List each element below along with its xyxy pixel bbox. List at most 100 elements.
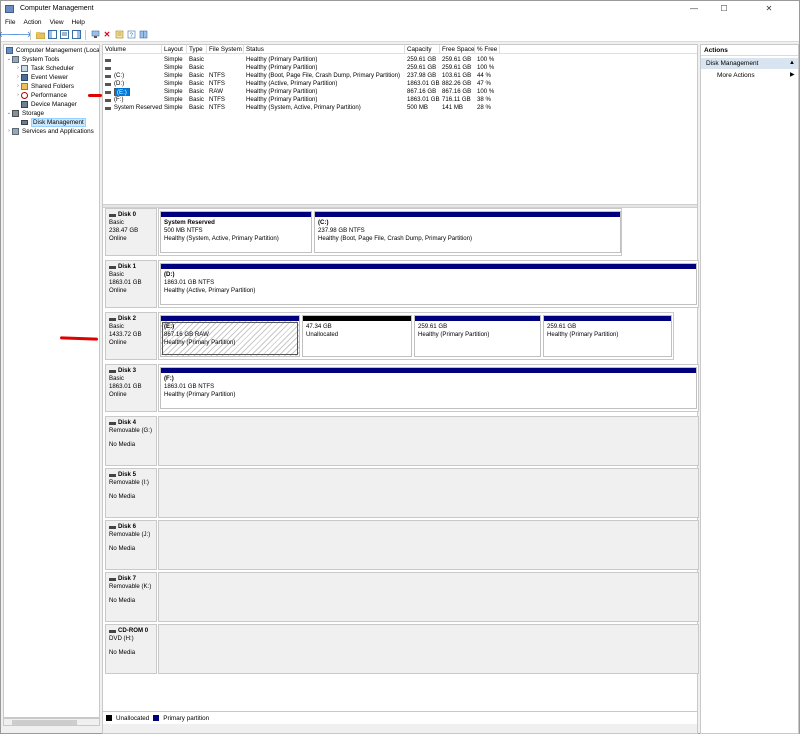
- partition-259gb-b[interactable]: 259.61 GB Healthy (Primary Partition): [543, 315, 672, 357]
- volume-row[interactable]: (F:) Simple Basic NTFS Healthy (Primary …: [103, 96, 697, 104]
- volume-row[interactable]: (D:) Simple Basic NTFS Healthy (Active, …: [103, 80, 697, 88]
- toolbar-separator: [30, 29, 31, 40]
- red-annotation-mark: [88, 94, 102, 97]
- task-scheduler-icon: [21, 65, 28, 72]
- tree-item-performance[interactable]: › Performance: [15, 91, 67, 100]
- computer-management-icon: [5, 4, 14, 13]
- more-actions-item[interactable]: More Actions ▶: [717, 71, 795, 80]
- computer-management-icon: [6, 47, 13, 54]
- tree-item-shared-folders[interactable]: › Shared Folders: [15, 82, 74, 91]
- drive-icon: [105, 106, 111, 110]
- tree-horizontal-scrollbar[interactable]: [3, 718, 100, 726]
- legend-label-primary: Primary partition: [163, 714, 210, 722]
- connect-icon[interactable]: [90, 30, 100, 40]
- console-tree-icon[interactable]: [71, 30, 81, 40]
- partition-unallocated[interactable]: 47.34 GB Unallocated: [302, 315, 412, 357]
- tree-item-storage[interactable]: ⌄ Storage: [6, 109, 44, 118]
- collapse-arrow-icon[interactable]: ▲: [789, 58, 795, 69]
- legend-label-unallocated: Unallocated: [116, 714, 150, 722]
- disk-management-icon: [21, 120, 28, 125]
- event-viewer-icon: [21, 74, 28, 81]
- column-header-status[interactable]: Status: [244, 45, 405, 54]
- toolbar-separator: [85, 29, 86, 40]
- disk-label-1[interactable]: Disk 1 Basic 1863.01 GB Online: [105, 260, 157, 308]
- menu-file[interactable]: File: [1, 19, 19, 26]
- services-icon: [12, 128, 19, 135]
- close-button[interactable]: ✕: [739, 1, 799, 16]
- disk-icon: [109, 213, 116, 217]
- column-header-capacity[interactable]: Capacity: [405, 45, 440, 54]
- disk-label-0[interactable]: Disk 0 Basic 238.47 GB Online: [105, 208, 157, 256]
- disk-graphical-view: Disk 0 Basic 238.47 GB Online System Res…: [103, 208, 699, 704]
- tree-item-task-scheduler[interactable]: › Task Scheduler: [15, 64, 74, 73]
- properties-sheet-icon[interactable]: [114, 30, 124, 40]
- scrollbar-thumb[interactable]: [12, 720, 77, 725]
- removable-disk-icon: [109, 473, 116, 477]
- partition-f[interactable]: (F:) 1863.01 GB NTFS Healthy (Primary Pa…: [160, 367, 697, 409]
- legend-swatch-unallocated: [106, 715, 112, 721]
- disk-partitions-1: (D:) 1863.01 GB NTFS Healthy (Active, Pr…: [158, 260, 699, 308]
- column-header-type[interactable]: Type: [187, 45, 207, 54]
- cdrom-label-0[interactable]: CD-ROM 0 DVD (H:) No Media: [105, 624, 157, 674]
- tree-item-event-viewer[interactable]: › Event Viewer: [15, 73, 68, 82]
- volume-row[interactable]: System Reserved Simple Basic NTFS Health…: [103, 104, 697, 112]
- volume-list: Volume Layout Type File System Status Ca…: [103, 45, 697, 204]
- disk-label-4[interactable]: Disk 4 Removable (G:) No Media: [105, 416, 157, 466]
- drive-icon: [105, 82, 111, 86]
- menu-help[interactable]: Help: [68, 19, 89, 26]
- volume-row[interactable]: Simple Basic Healthy (Primary Partition)…: [103, 56, 697, 64]
- disk-no-media-area: [158, 416, 699, 466]
- actions-header: Actions: [701, 45, 798, 56]
- menu-action[interactable]: Action: [19, 19, 45, 26]
- tree-item-device-manager[interactable]: Device Manager: [15, 100, 77, 109]
- show-tree-icon[interactable]: [47, 30, 57, 40]
- disk-label-7[interactable]: Disk 7 Removable (K:) No Media: [105, 572, 157, 622]
- menu-bar: File Action View Help: [1, 16, 799, 28]
- drive-icon: [105, 98, 111, 102]
- tree-item-system-tools[interactable]: ⌄ System Tools: [6, 55, 59, 64]
- drive-icon: [105, 90, 111, 94]
- forward-icon[interactable]: 🡒: [10, 30, 31, 40]
- disk-label-3[interactable]: Disk 3 Basic 1863.01 GB Online: [105, 364, 157, 412]
- column-header-file-system[interactable]: File System: [207, 45, 244, 54]
- disk-no-media-area: [158, 572, 699, 622]
- drive-icon: [105, 58, 111, 62]
- column-header-free-space[interactable]: Free Space: [440, 45, 475, 54]
- help-icon[interactable]: ?: [126, 30, 136, 40]
- tree-item-services-and-applications[interactable]: › Services and Applications: [6, 127, 94, 136]
- storage-icon: [12, 110, 19, 117]
- disk-label-5[interactable]: Disk 5 Removable (I:) No Media: [105, 468, 157, 518]
- tree-item-disk-management[interactable]: Disk Management: [15, 118, 86, 127]
- delete-icon[interactable]: ✕: [102, 30, 112, 40]
- volume-row-selected[interactable]: (E:) Simple Basic RAW Healthy (Primary P…: [103, 88, 697, 96]
- partition-d[interactable]: (D:) 1863.01 GB NTFS Healthy (Active, Pr…: [160, 263, 697, 305]
- tree-root-computer-management[interactable]: Computer Management (Local: [6, 46, 99, 55]
- disk-legend: Unallocated Primary partition: [103, 711, 697, 724]
- removable-disk-icon: [109, 525, 116, 529]
- actions-section-disk-management[interactable]: Disk Management ▲: [701, 58, 798, 69]
- column-header-volume[interactable]: Volume: [103, 45, 162, 54]
- volume-row[interactable]: Simple Basic Healthy (Primary Partition)…: [103, 64, 697, 72]
- partition-e-selected[interactable]: (E:) 867.16 GB RAW Healthy (Primary Part…: [160, 315, 300, 357]
- help-book-icon[interactable]: [138, 30, 148, 40]
- title-bar: Computer Management — ☐ ✕: [1, 1, 799, 16]
- device-manager-icon: [21, 101, 28, 108]
- status-strip: [103, 724, 697, 733]
- minimize-button[interactable]: —: [679, 1, 709, 16]
- volume-row[interactable]: (C:) Simple Basic NTFS Healthy (Boot, Pa…: [103, 72, 697, 80]
- column-header-layout[interactable]: Layout: [162, 45, 187, 54]
- system-tools-icon: [12, 56, 19, 63]
- maximize-button[interactable]: ☐: [709, 1, 739, 16]
- properties-icon[interactable]: [59, 30, 69, 40]
- disk-label-6[interactable]: Disk 6 Removable (J:) No Media: [105, 520, 157, 570]
- partition-c[interactable]: (C:) 237.98 GB NTFS Healthy (Boot, Page …: [314, 211, 621, 253]
- removable-disk-icon: [109, 577, 116, 581]
- partition-system-reserved[interactable]: System Reserved 500 MB NTFS Healthy (Sys…: [160, 211, 312, 253]
- disk-label-2[interactable]: Disk 2 Basic 1433.72 GB Online: [105, 312, 157, 360]
- up-folder-icon[interactable]: [35, 30, 45, 40]
- partition-259gb-a[interactable]: 259.61 GB Healthy (Primary Partition): [414, 315, 541, 357]
- menu-view[interactable]: View: [46, 19, 68, 26]
- cdrom-no-media-area: [158, 624, 699, 674]
- legend-swatch-primary: [153, 715, 160, 721]
- column-header-percent-free[interactable]: % Free: [475, 45, 500, 54]
